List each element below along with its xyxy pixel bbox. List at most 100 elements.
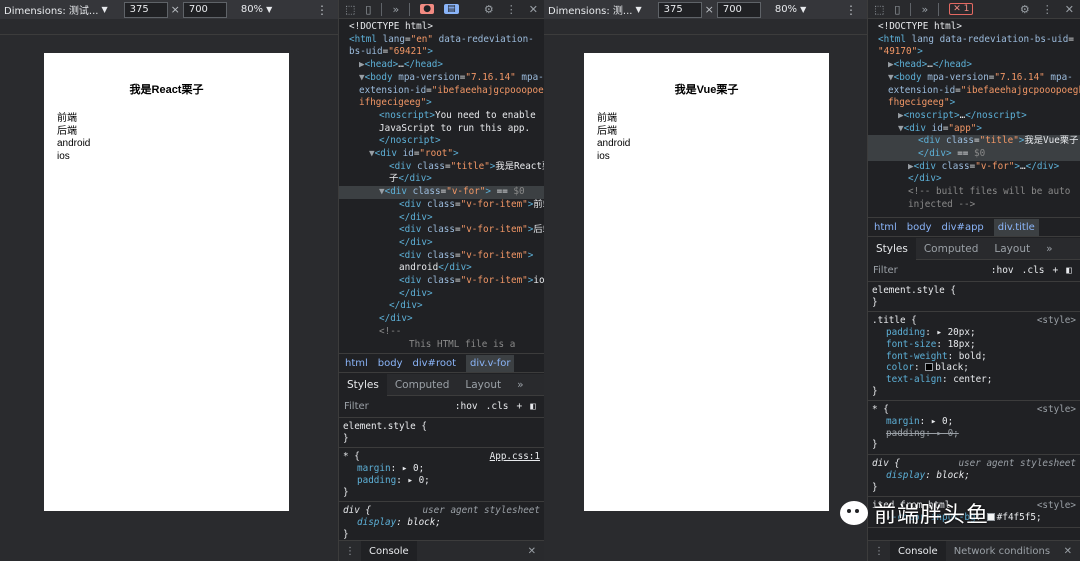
style-property[interactable]: text-align: center; [872,374,1075,386]
dom-node-line[interactable]: <!-- built files will be auto [868,186,1080,199]
dom-node-line[interactable]: <!DOCTYPE html> [868,21,1080,34]
rule-source-link[interactable]: <style> [1037,404,1076,416]
height-input[interactable]: 700 [716,1,761,18]
style-rule[interactable]: div {user agent stylesheet display: block… [339,502,544,540]
filter-input[interactable]: Filter [873,265,898,276]
hov-toggle[interactable]: :hov [991,265,1014,276]
style-rule[interactable]: .title {<style> padding: ▸ 20px; font-size… [868,312,1080,402]
breadcrumb-item[interactable]: html [345,358,368,369]
dom-node-line[interactable]: ▼<body mpa-version="7.16.14" mpa- [339,72,544,85]
tab-styles[interactable]: Styles [868,237,916,260]
more-tabs-icon[interactable]: » [1038,238,1060,260]
add-rule-icon[interactable]: + [517,401,523,412]
tab-network-conditions[interactable]: Network conditions [946,546,1056,557]
rule-source-link[interactable]: user agent stylesheet [422,505,540,517]
color-swatch-icon[interactable] [925,363,934,372]
style-property[interactable]: font-weight: bold; [872,351,1075,363]
gear-icon[interactable]: ⚙ [1020,3,1030,16]
dom-node-line[interactable]: <!DOCTYPE html> [339,21,544,34]
close-icon[interactable]: ✕ [529,3,538,16]
rule-selector[interactable]: element.style { [872,285,1075,297]
more-tabs-icon[interactable]: » [509,374,531,396]
dom-node-line[interactable]: android</div> [339,262,544,275]
breadcrumb-item[interactable]: body [907,222,932,233]
tab-layout[interactable]: Layout [457,374,509,396]
dom-node-line[interactable]: <div class="v-for-item">前端 [339,199,544,212]
dom-node-line[interactable]: bs-uid="69421"> [339,46,544,59]
zoom-dropdown[interactable]: 80% [241,4,263,15]
dimensions-dropdown[interactable]: Dimensions: 测... [544,2,632,17]
more-options-icon[interactable]: ⋮ [316,3,328,17]
chevron-down-icon[interactable]: ▼ [101,5,107,14]
elements-tree[interactable]: <!DOCTYPE html> <html lang data-redeviati… [868,19,1080,217]
tab-console[interactable]: Console [890,540,946,561]
style-property[interactable]: margin: ▸ 0; [343,463,539,475]
width-input[interactable]: 375 [657,1,702,18]
tab-styles[interactable]: Styles [339,373,387,396]
cls-toggle[interactable]: .cls [486,401,509,412]
style-property[interactable]: color: black; [872,362,1075,374]
hov-toggle[interactable]: :hov [455,401,478,412]
dom-node-line[interactable]: <html lang="en" data-redeviation- [339,34,544,47]
breadcrumb-item[interactable]: div.title [993,218,1039,236]
gear-icon[interactable]: ⚙ [484,3,494,16]
close-drawer-icon[interactable]: ✕ [1064,546,1072,557]
elements-tree[interactable]: <!DOCTYPE html> <html lang="en" data-rede… [339,19,544,353]
style-rule[interactable]: element.style {} [868,282,1080,313]
filter-input[interactable]: Filter [344,401,369,412]
drawer-menu-icon[interactable]: ⋮ [868,546,890,557]
breadcrumb-item[interactable]: html [874,222,897,233]
dom-node-line[interactable]: ▼<div id="root"> [339,148,544,161]
more-options-icon[interactable]: ⋮ [845,3,857,17]
rule-selector[interactable]: element.style { [343,421,539,433]
cls-toggle[interactable]: .cls [1022,265,1045,276]
breadcrumb-item[interactable]: body [378,358,403,369]
more-options-icon[interactable]: ⋮ [506,3,517,16]
drawer-menu-icon[interactable]: ⋮ [339,546,361,557]
rule-source-link[interactable]: <style> [1037,315,1076,327]
dom-node-line[interactable]: "49170"> [868,46,1080,59]
more-tabs-icon[interactable]: » [392,3,399,16]
breadcrumb-item[interactable]: div.v-for [466,354,515,372]
breadcrumb-item[interactable]: div#root [413,358,456,369]
message-icon[interactable]: ▤ [444,4,459,14]
dom-node-line[interactable]: <div class="title">我是React栗 [339,161,544,174]
tab-computed[interactable]: Computed [387,374,458,396]
style-property[interactable]: display: block; [343,517,539,529]
dom-node-line[interactable]: injected --> [868,199,1080,212]
close-drawer-icon[interactable]: ✕ [528,546,536,557]
dom-node-line[interactable]: extension-id="ibefaeehajgcpooopoegki [868,85,1080,98]
zoom-dropdown[interactable]: 80% [775,4,797,15]
dom-node-line[interactable]: ▼<body mpa-version="7.16.14" mpa- [868,72,1080,85]
style-rule[interactable]: * {App.css:1 margin: ▸ 0; padding: ▸ 0;} [339,448,544,503]
dom-node-line[interactable]: </div> [339,313,544,326]
style-property[interactable]: display: block; [872,470,1075,482]
dom-node-line[interactable]: ifhgecigeeg"> [339,97,544,110]
height-input[interactable]: 700 [182,1,227,18]
inspect-icon[interactable]: ⬚ [345,3,355,16]
dom-node-line[interactable]: </div> [339,212,544,225]
style-property[interactable]: padding: ▸ 20px; [872,327,1075,339]
dom-node-line[interactable]: <noscript>You need to enable [339,110,544,123]
inspect-icon[interactable]: ⬚ [874,3,884,16]
style-rule[interactable]: element.style {} [339,418,544,449]
rule-source-link[interactable]: <style> [1037,500,1076,512]
dom-node-line[interactable]: </div> == $0 [868,148,1080,161]
rule-source-link[interactable]: user agent stylesheet [958,458,1076,470]
rule-source-link[interactable]: App.css:1 [490,451,540,463]
dom-node-line[interactable]: 子</div> [339,173,544,186]
dom-node-line[interactable]: JavaScript to run this app. [339,123,544,136]
dom-node-line[interactable]: <html lang data-redeviation-bs-uid= [868,34,1080,47]
dom-node-line[interactable]: ▶<noscript>…</noscript> [868,110,1080,123]
device-toggle-icon[interactable]: ▯ [365,3,371,16]
dimensions-dropdown[interactable]: Dimensions: 测试... [0,2,98,17]
dom-node-line[interactable]: extension-id="ibefaeehajgcpooopoegk [339,85,544,98]
dom-node-line[interactable]: </div> [868,173,1080,186]
dom-node-line[interactable]: fhgecigeeg"> [868,97,1080,110]
style-property[interactable]: margin: ▸ 0; [872,416,1075,428]
chevron-down-icon[interactable]: ▼ [266,5,272,14]
dom-node-line[interactable]: <div class="title">我是Vue栗子 [868,135,1080,149]
sidebar-toggle-icon[interactable]: ◧ [1066,265,1072,276]
style-property[interactable]: padding: ▸ 0; [343,475,539,487]
record-icon[interactable]: ● [420,4,435,14]
